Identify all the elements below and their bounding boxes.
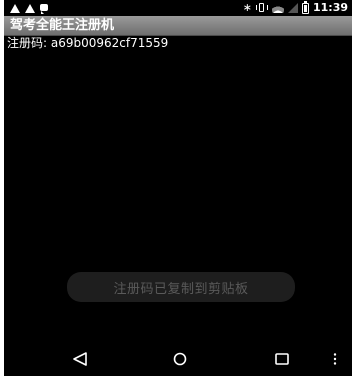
warning-icon xyxy=(10,3,20,13)
navigation-bar xyxy=(4,344,352,376)
status-clock: 11:39 xyxy=(312,1,348,14)
notification-icons xyxy=(10,1,48,15)
registration-code-text[interactable]: 注册码: a69b00962cf71559 xyxy=(7,36,168,51)
menu-icon[interactable] xyxy=(332,352,338,366)
bluetooth-icon: ∗ xyxy=(242,1,252,14)
phone-screen: ∗ 11:39 驾考全能王注册机 注册码: a69b00962cf71559 注… xyxy=(4,0,352,376)
back-icon[interactable] xyxy=(72,352,88,366)
app-title: 驾考全能王注册机 xyxy=(10,18,115,33)
system-icons: ∗ 11:39 xyxy=(242,0,348,15)
wifi-icon xyxy=(271,3,284,13)
status-bar: ∗ 11:39 xyxy=(4,0,352,16)
toast-message: 注册码已复制到剪贴板 xyxy=(67,272,295,302)
warning-icon xyxy=(25,3,35,13)
chat-icon xyxy=(40,3,48,14)
vibrate-icon xyxy=(255,3,268,13)
signal-icon xyxy=(287,3,298,13)
toast-text: 注册码已复制到剪贴板 xyxy=(113,281,249,297)
app-title-bar: 驾考全能王注册机 xyxy=(4,16,352,36)
battery-icon xyxy=(301,0,309,14)
recents-icon[interactable] xyxy=(274,352,290,366)
home-icon[interactable] xyxy=(172,352,188,366)
